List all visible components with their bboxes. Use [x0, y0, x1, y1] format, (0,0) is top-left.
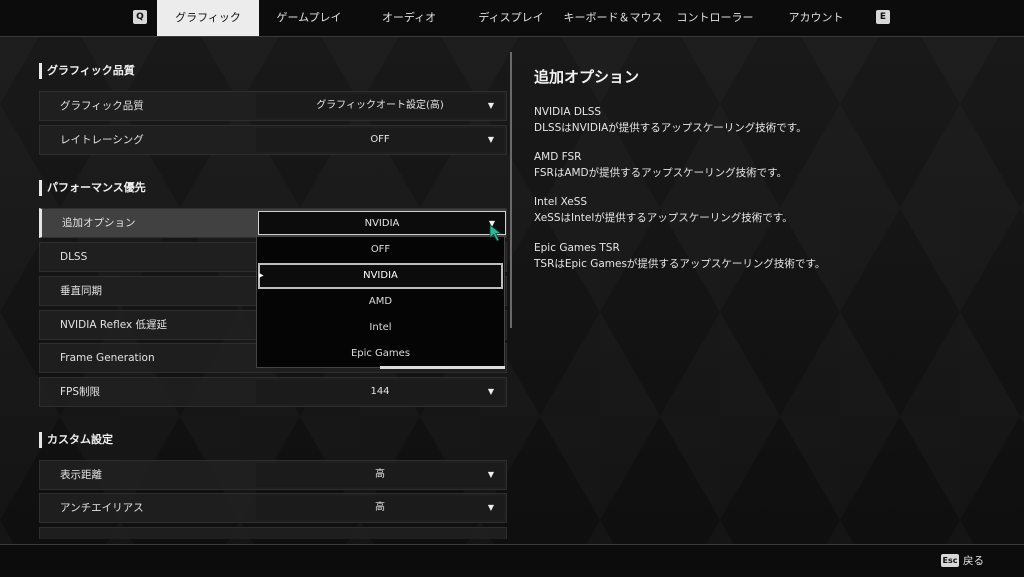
- esc-key-hint[interactable]: Esc: [941, 554, 959, 567]
- setting-row-view-distance[interactable]: 表示距離 高 ▼: [39, 460, 507, 490]
- setting-value-select[interactable]: NVIDIA ▼: [258, 211, 506, 235]
- setting-value-select[interactable]: OFF ▼: [256, 128, 504, 152]
- dropdown-option-intel[interactable]: Intel: [258, 315, 503, 341]
- dropdown-option-nvidia[interactable]: ▶ NVIDIA: [258, 263, 503, 289]
- caret-down-icon: ▼: [487, 503, 494, 512]
- setting-label: 垂直同期: [60, 285, 102, 297]
- setting-value: 高: [375, 502, 385, 513]
- section-title-graphic-quality: グラフィック品質: [39, 63, 135, 79]
- setting-row-partial: [39, 527, 507, 539]
- section-title-custom: カスタム設定: [39, 432, 113, 448]
- setting-row-graphic-quality[interactable]: グラフィック品質 グラフィックオート設定(高) ▼: [39, 91, 507, 121]
- tab-graphics[interactable]: グラフィック: [157, 0, 259, 36]
- setting-value: 144: [370, 386, 390, 397]
- tab-controller[interactable]: コントローラー: [663, 0, 767, 36]
- setting-value: グラフィックオート設定(高): [316, 100, 444, 111]
- info-item-desc: DLSSはNVIDIAが提供するアップスケーリング技術です。: [534, 122, 807, 134]
- selected-marker-icon: ▶: [259, 272, 264, 279]
- setting-row-extra-options[interactable]: 追加オプション NVIDIA ▼: [39, 208, 507, 238]
- dropdown-option-epic-games[interactable]: Epic Games: [258, 341, 503, 367]
- info-item-name: Intel XeSS: [534, 196, 588, 208]
- tab-audio[interactable]: オーディオ: [359, 0, 459, 36]
- setting-label: 追加オプション: [62, 217, 136, 229]
- info-item-name: NVIDIA DLSS: [534, 106, 602, 118]
- setting-label: グラフィック品質: [60, 100, 144, 112]
- info-item-amd: AMD FSR FSRはAMDが提供するアップスケーリング技術です。: [534, 149, 787, 181]
- info-item-desc: TSRはEpic Gamesが提供するアップスケーリング技術です。: [534, 258, 826, 270]
- tab-display[interactable]: ディスプレイ: [459, 0, 563, 36]
- bottom-bar: [0, 544, 1024, 577]
- info-item-epic: Epic Games TSR TSRはEpic Gamesが提供するアップスケー…: [534, 240, 825, 272]
- setting-value-select[interactable]: 高 ▼: [256, 463, 504, 487]
- info-item-intel: Intel XeSS XeSSはIntelが提供するアップスケーリング技術です。: [534, 194, 793, 226]
- setting-value: NVIDIA: [364, 218, 400, 229]
- info-item-nvidia: NVIDIA DLSS DLSSはNVIDIAが提供するアップスケーリング技術で…: [534, 104, 807, 136]
- setting-label: DLSS: [60, 251, 88, 263]
- section-title-performance: パフォーマンス優先: [39, 180, 146, 196]
- setting-value-select[interactable]: 144 ▼: [256, 380, 504, 404]
- setting-row-anti-aliasing[interactable]: アンチエイリアス 高 ▼: [39, 493, 507, 523]
- prev-tab-key-hint[interactable]: Q: [133, 10, 147, 24]
- setting-label: 表示距離: [60, 469, 102, 481]
- back-button[interactable]: 戻る: [963, 553, 984, 568]
- mouse-cursor-icon: [489, 224, 503, 242]
- dropdown-option-off[interactable]: OFF: [258, 237, 503, 263]
- caret-down-icon: ▼: [487, 101, 494, 110]
- setting-value: OFF: [370, 134, 390, 145]
- tab-account[interactable]: アカウント: [767, 0, 865, 36]
- setting-label: アンチエイリアス: [60, 502, 144, 514]
- info-item-desc: XeSSはIntelが提供するアップスケーリング技術です。: [534, 212, 793, 224]
- info-item-name: Epic Games TSR: [534, 242, 620, 254]
- setting-label: Frame Generation: [60, 352, 155, 364]
- extra-options-dropdown: OFF ▶ NVIDIA AMD Intel Epic Games: [256, 236, 505, 368]
- setting-value-select[interactable]: 高 ▼: [256, 496, 504, 520]
- info-item-desc: FSRはAMDが提供するアップスケーリング技術です。: [534, 167, 788, 179]
- tab-gameplay[interactable]: ゲームプレイ: [259, 0, 359, 36]
- frame-generation-slider-fill: [380, 366, 505, 369]
- caret-down-icon: ▼: [487, 387, 494, 396]
- dropdown-option-amd[interactable]: AMD: [258, 289, 503, 315]
- info-panel-title: 追加オプション: [534, 68, 640, 86]
- settings-scrollbar[interactable]: [510, 52, 512, 328]
- info-item-name: AMD FSR: [534, 151, 582, 163]
- tab-keyboard-mouse[interactable]: キーボード＆マウス: [563, 0, 663, 36]
- caret-down-icon: ▼: [487, 470, 494, 479]
- setting-label: NVIDIA Reflex 低遅延: [60, 319, 168, 331]
- setting-label: レイトレーシング: [60, 134, 144, 146]
- setting-label: FPS制限: [60, 386, 101, 398]
- next-tab-key-hint[interactable]: E: [876, 10, 890, 24]
- setting-value: 高: [375, 469, 385, 480]
- setting-value-select[interactable]: グラフィックオート設定(高) ▼: [256, 94, 504, 118]
- caret-down-icon: ▼: [487, 135, 494, 144]
- setting-row-fps-limit[interactable]: FPS制限 144 ▼: [39, 377, 507, 407]
- dropdown-option-label: NVIDIA: [363, 270, 398, 281]
- top-tab-bar: Q グラフィック ゲームプレイ オーディオ ディスプレイ キーボード＆マウス コ…: [0, 0, 1024, 37]
- setting-row-ray-tracing[interactable]: レイトレーシング OFF ▼: [39, 125, 507, 155]
